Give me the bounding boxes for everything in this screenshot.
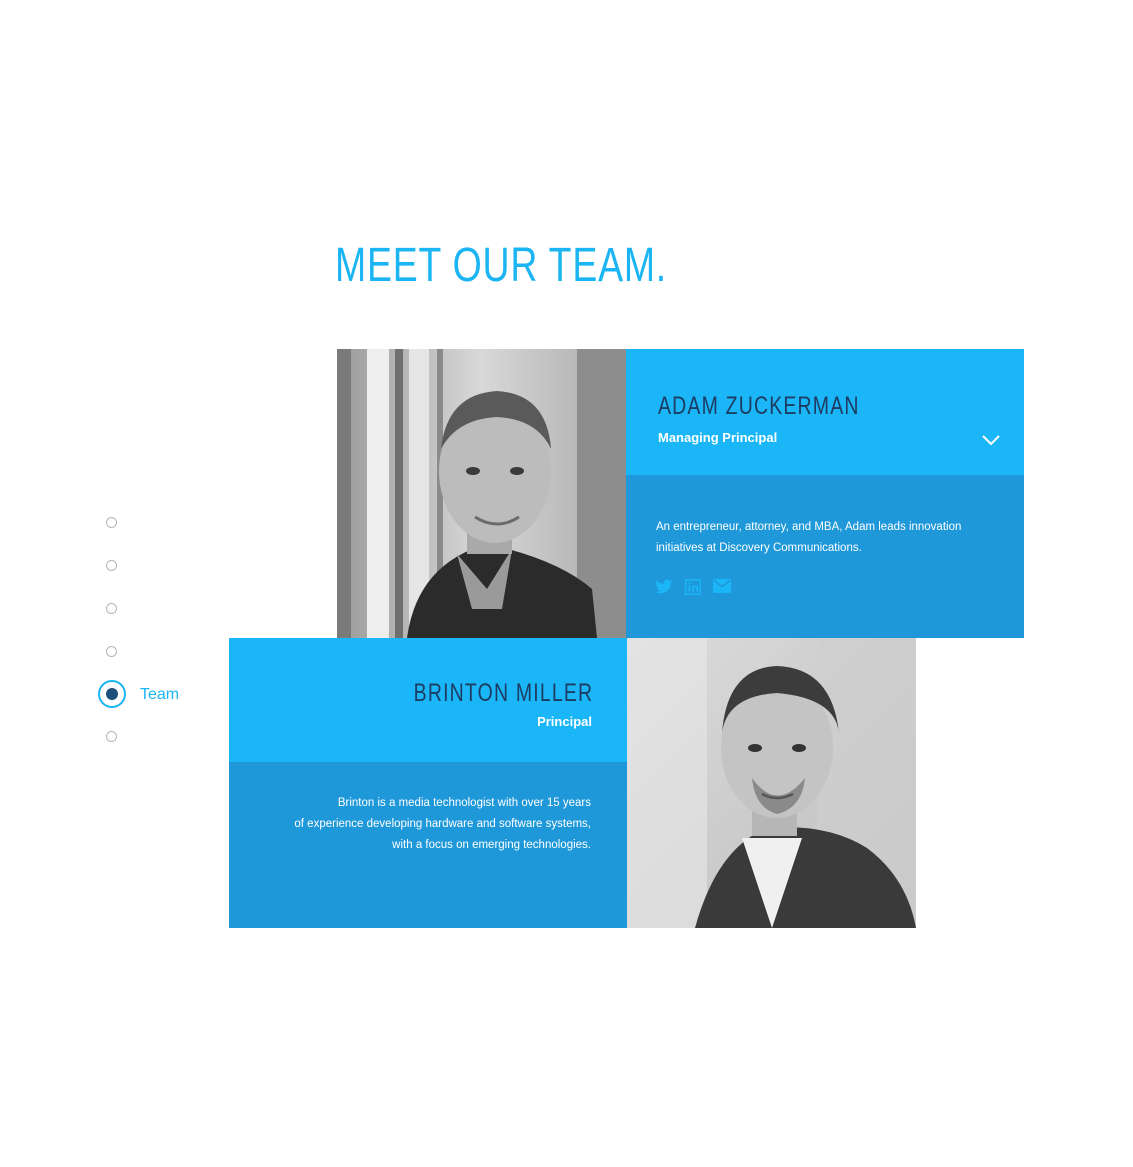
section-nav-dot-team[interactable] [98,680,126,708]
section-nav-dot-2[interactable] [106,560,117,571]
brinton-miller-name: BRINTON MILLER [413,679,593,707]
page-title: MEET OUR TEAM. [335,239,667,292]
section-nav-dot-3[interactable] [106,603,117,614]
bio-line: of experience developing hardware and so… [294,818,591,830]
brinton-miller-bio: Brinton is a media technologist with ove… [231,793,591,856]
linkedin-icon[interactable] [685,579,701,600]
adam-zuckerman-photo [337,349,626,638]
adam-zuckerman-card-body: An entrepreneur, attorney, and MBA, Adam… [626,475,1024,638]
email-icon[interactable] [713,579,731,600]
section-nav-dot-1[interactable] [106,517,117,528]
adam-zuckerman-role: Managing Principal [658,430,778,445]
section-nav-label-team[interactable]: Team [140,686,179,704]
bio-line: An entrepreneur, attorney, and MBA, Adam… [656,521,962,533]
brinton-miller-card-body: Brinton is a media technologist with ove… [229,762,627,928]
bio-line: with a focus on emerging technologies. [392,839,591,851]
adam-zuckerman-name: ADAM ZUCKERMAN [658,392,860,420]
bio-line: Brinton is a media technologist with ove… [337,797,591,809]
brinton-miller-card-header[interactable]: BRINTON MILLER Principal [229,638,627,762]
adam-zuckerman-card-header[interactable]: ADAM ZUCKERMAN Managing Principal [626,349,1024,475]
brinton-miller-role: Principal [537,714,592,729]
adam-zuckerman-social-links [655,579,731,600]
brinton-miller-photo [627,638,916,928]
adam-zuckerman-bio: An entrepreneur, attorney, and MBA, Adam… [656,517,1006,559]
section-nav-dot-4[interactable] [106,646,117,657]
chevron-down-icon[interactable] [982,433,1000,451]
twitter-icon[interactable] [655,579,673,600]
bio-line: initiatives at Discovery Communications. [656,542,862,554]
section-nav-dot-6[interactable] [106,731,117,742]
section-nav: Team [96,510,216,755]
